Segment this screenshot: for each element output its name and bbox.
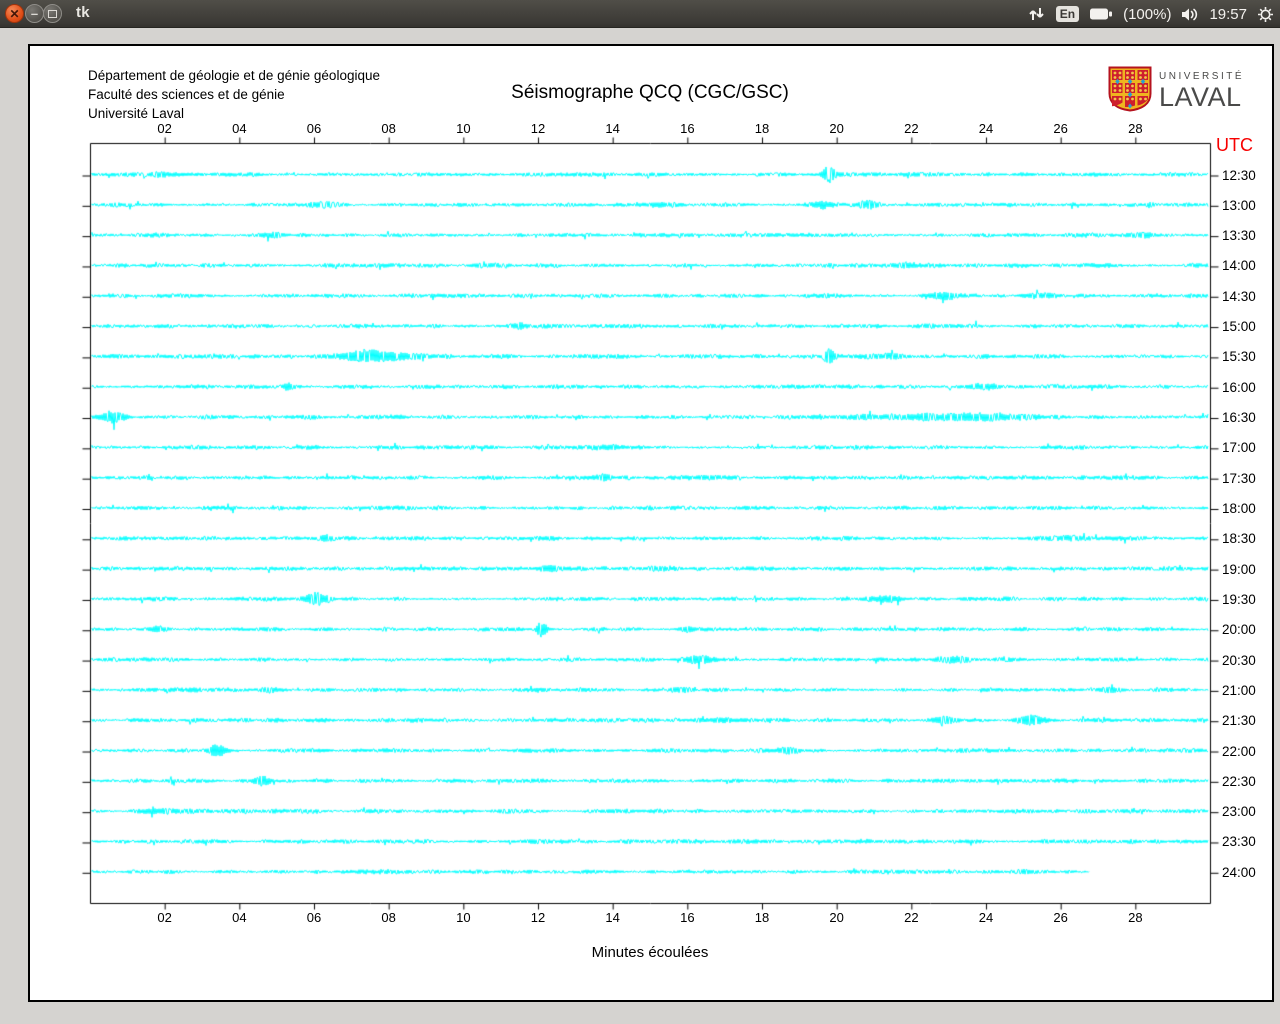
- keyboard-layout-indicator[interactable]: En: [1055, 6, 1080, 22]
- x-tick-label-bottom: 14: [605, 910, 620, 925]
- x-tick-label-bottom: 22: [904, 910, 919, 925]
- x-tick-label-top: 02: [157, 121, 172, 136]
- utc-row-label: 18:30: [1222, 531, 1256, 547]
- utc-row-label: 14:00: [1222, 258, 1256, 274]
- x-tick-label-top: 14: [605, 121, 620, 136]
- x-axis-title: Minutes écoulées: [591, 944, 709, 961]
- utc-row-label: 15:00: [1222, 319, 1256, 335]
- utc-row-label: 12:30: [1222, 167, 1256, 183]
- minimize-icon: –: [30, 6, 39, 21]
- window-close-button[interactable]: ✕: [5, 4, 24, 23]
- window-title: tk: [76, 4, 90, 21]
- x-tick-label-top: 06: [306, 121, 322, 136]
- volume-icon[interactable]: [1181, 7, 1199, 22]
- battery-icon[interactable]: [1089, 7, 1113, 21]
- seismograph-window-content: Département de géologie et de génie géol…: [28, 44, 1274, 1002]
- x-tick-label-bottom: 12: [530, 910, 546, 925]
- utc-row-label: 13:00: [1222, 197, 1256, 213]
- x-tick-label-bottom: 20: [829, 910, 844, 925]
- clock-label[interactable]: 19:57: [1209, 6, 1247, 23]
- utc-row-label: 24:00: [1222, 864, 1256, 880]
- session-gear-icon[interactable]: [1257, 6, 1274, 23]
- x-tick-label-top: 12: [530, 121, 546, 136]
- x-tick-label-top: 28: [1128, 121, 1143, 136]
- utc-row-label: 17:30: [1222, 470, 1256, 486]
- x-tick-label-bottom: 16: [680, 910, 695, 925]
- utc-row-label: 21:30: [1222, 713, 1256, 729]
- x-tick-label-bottom: 10: [456, 910, 471, 925]
- utc-row-label: 15:30: [1222, 349, 1256, 365]
- utc-row-label: 19:30: [1222, 591, 1256, 607]
- utc-row-label: 22:30: [1222, 773, 1256, 789]
- utc-row-label: 22:00: [1222, 743, 1256, 759]
- x-tick-label-bottom: 24: [978, 910, 994, 925]
- x-tick-label-bottom: 08: [381, 910, 396, 925]
- x-tick-label-bottom: 28: [1128, 910, 1143, 925]
- window-maximize-button[interactable]: [43, 4, 62, 23]
- close-icon: ✕: [9, 6, 20, 21]
- x-tick-label-top: 26: [1053, 121, 1068, 136]
- utc-axis-title: UTC: [1216, 135, 1253, 155]
- x-tick-label-bottom: 06: [306, 910, 322, 925]
- x-tick-label-bottom: 02: [157, 910, 172, 925]
- x-tick-label-top: 24: [978, 121, 994, 136]
- desktop: { "window": { "title": "tk", "close_glyp…: [0, 0, 1280, 1024]
- x-tick-label-top: 08: [381, 121, 396, 136]
- utc-row-label: 21:00: [1222, 682, 1256, 698]
- utc-row-label: 16:30: [1222, 410, 1256, 426]
- utc-row-label: 20:30: [1222, 652, 1256, 668]
- utc-row-label: 23:00: [1222, 804, 1256, 820]
- x-tick-label-top: 10: [456, 121, 471, 136]
- system-tray: En (100%) 19:57: [1028, 0, 1274, 28]
- x-tick-label-top: 22: [904, 121, 919, 136]
- utc-row-label: 23:30: [1222, 834, 1256, 850]
- x-tick-label-top: 16: [680, 121, 695, 136]
- x-tick-label-top: 20: [829, 121, 844, 136]
- sync-arrows-icon[interactable]: [1028, 6, 1046, 22]
- utc-row-label: 14:30: [1222, 288, 1256, 304]
- window-titlebar[interactable]: ✕ – tk En (100%) 19:57: [0, 0, 1280, 28]
- x-tick-label-bottom: 04: [232, 910, 247, 925]
- maximize-icon: [48, 9, 57, 18]
- utc-row-label: 16:00: [1222, 379, 1256, 395]
- utc-row-label: 19:00: [1222, 561, 1256, 577]
- utc-row-label: 13:30: [1222, 228, 1256, 244]
- x-tick-label-bottom: 26: [1053, 910, 1068, 925]
- utc-row-label: 18:00: [1222, 500, 1256, 516]
- utc-row-label: 20:00: [1222, 622, 1256, 638]
- utc-row-label: 17:00: [1222, 440, 1256, 456]
- battery-percent-label: (100%): [1123, 5, 1172, 23]
- x-tick-label-bottom: 18: [754, 910, 770, 925]
- x-tick-label-top: 18: [754, 121, 770, 136]
- x-tick-label-top: 04: [232, 121, 247, 136]
- helicorder-plot: [30, 46, 1272, 1000]
- window-minimize-button[interactable]: –: [25, 4, 44, 23]
